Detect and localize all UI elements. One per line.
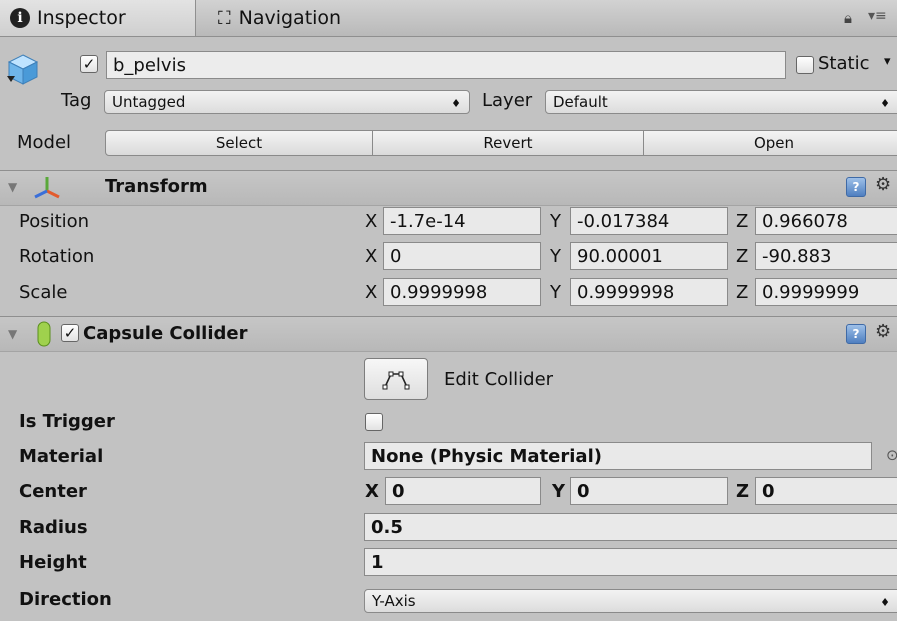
scale-y-field[interactable]: 0.9999998 (570, 278, 728, 306)
tag-value: Untagged (112, 93, 186, 111)
help-icon[interactable]: ? (846, 324, 866, 344)
axis-y-label: Y (550, 246, 561, 267)
axis-z-label: Z (736, 211, 749, 232)
scale-label: Scale (19, 282, 68, 303)
gear-icon[interactable]: ⚙ (875, 321, 891, 342)
direction-value: Y-Axis (372, 592, 416, 610)
position-label: Position (19, 211, 90, 232)
rotation-z-field[interactable]: -90.883 (755, 242, 897, 270)
capsule-collider-icon (37, 321, 51, 347)
direction-label: Direction (19, 589, 112, 610)
axis-x-label: X (365, 282, 378, 303)
scale-z-field[interactable]: 0.9999999 (755, 278, 897, 306)
radius-field[interactable]: 0.5 (364, 513, 897, 541)
edit-collider-button[interactable] (364, 358, 428, 400)
edit-collider-label: Edit Collider (444, 369, 554, 390)
rotation-y-field[interactable]: 90.00001 (570, 242, 728, 270)
center-x-field[interactable]: 0 (385, 477, 541, 505)
direction-dropdown[interactable]: Y-Axis ♦ (364, 589, 897, 613)
axis-x-label: X (365, 211, 378, 232)
help-icon[interactable]: ? (846, 177, 866, 197)
height-field[interactable]: 1 (364, 548, 897, 576)
axis-y-label: Y (550, 282, 561, 303)
gameobject-name-field[interactable]: b_pelvis (106, 51, 786, 79)
position-z-field[interactable]: 0.966078 (755, 207, 897, 235)
axis-z-label: Z (736, 246, 749, 267)
transform-axes-icon (34, 177, 60, 199)
axis-z-label: Z (736, 481, 750, 502)
is-trigger-checkbox[interactable] (365, 413, 383, 431)
tab-navigation-label: Navigation (238, 7, 342, 29)
position-y-field[interactable]: -0.017384 (570, 207, 728, 235)
scale-x-field[interactable]: 0.9999998 (383, 278, 541, 306)
tab-inspector-label: Inspector (37, 7, 126, 29)
model-revert-button[interactable]: Revert (372, 130, 644, 156)
info-icon: i (10, 8, 30, 28)
transform-title: Transform (105, 176, 208, 197)
navigation-icon: ⛶ (218, 7, 231, 29)
layer-dropdown[interactable]: Default ♦ (545, 90, 897, 114)
gameobject-active-checkbox[interactable]: ✓ (80, 55, 98, 73)
center-label: Center (19, 481, 87, 502)
material-label: Material (19, 446, 104, 467)
rotation-x-field[interactable]: 0 (383, 242, 541, 270)
static-dropdown-arrow-icon[interactable]: ▾ (884, 54, 891, 69)
axis-x-label: X (365, 481, 379, 502)
model-open-button[interactable]: Open (643, 130, 897, 156)
gameobject-cube-icon (7, 54, 39, 85)
capsule-collider-title: Capsule Collider (83, 323, 248, 344)
layer-label: Layer (482, 90, 533, 111)
radius-label: Radius (19, 517, 88, 538)
tag-dropdown[interactable]: Untagged ♦ (104, 90, 470, 114)
tab-menu-icon[interactable]: ▾≡ (868, 8, 887, 24)
static-label: Static (818, 53, 870, 74)
axis-y-label: Y (552, 481, 566, 502)
chevron-updown-icon: ♦ (451, 97, 461, 110)
is-trigger-label: Is Trigger (19, 411, 115, 432)
static-checkbox[interactable] (796, 56, 814, 74)
chevron-updown-icon: ♦ (880, 596, 890, 609)
axis-y-label: Y (550, 211, 561, 232)
capsule-collider-enabled-checkbox[interactable]: ✓ (61, 324, 79, 342)
lock-icon[interactable]: 🔒︎ (844, 9, 852, 27)
rotation-label: Rotation (19, 246, 95, 267)
center-z-field[interactable]: 0 (755, 477, 897, 505)
layer-value: Default (553, 93, 608, 111)
chevron-updown-icon: ♦ (880, 97, 890, 110)
center-y-field[interactable]: 0 (570, 477, 728, 505)
material-field[interactable]: None (Physic Material) (364, 442, 872, 470)
tag-label: Tag (61, 90, 92, 111)
axis-x-label: X (365, 246, 378, 267)
object-picker-icon[interactable]: ⊙ (886, 446, 897, 464)
axis-z-label: Z (736, 282, 749, 303)
transform-foldout-icon[interactable]: ▼ (8, 180, 17, 194)
capsule-collider-foldout-icon[interactable]: ▼ (8, 327, 17, 341)
tab-inspector[interactable]: i Inspector (0, 0, 196, 36)
model-select-button[interactable]: Select (105, 130, 373, 156)
height-label: Height (19, 552, 87, 573)
gear-icon[interactable]: ⚙ (875, 174, 891, 195)
tab-navigation[interactable]: ⛶ Navigation (200, 0, 370, 36)
model-label: Model (17, 132, 72, 153)
position-x-field[interactable]: -1.7e-14 (383, 207, 541, 235)
edit-collider-icon (382, 371, 410, 390)
